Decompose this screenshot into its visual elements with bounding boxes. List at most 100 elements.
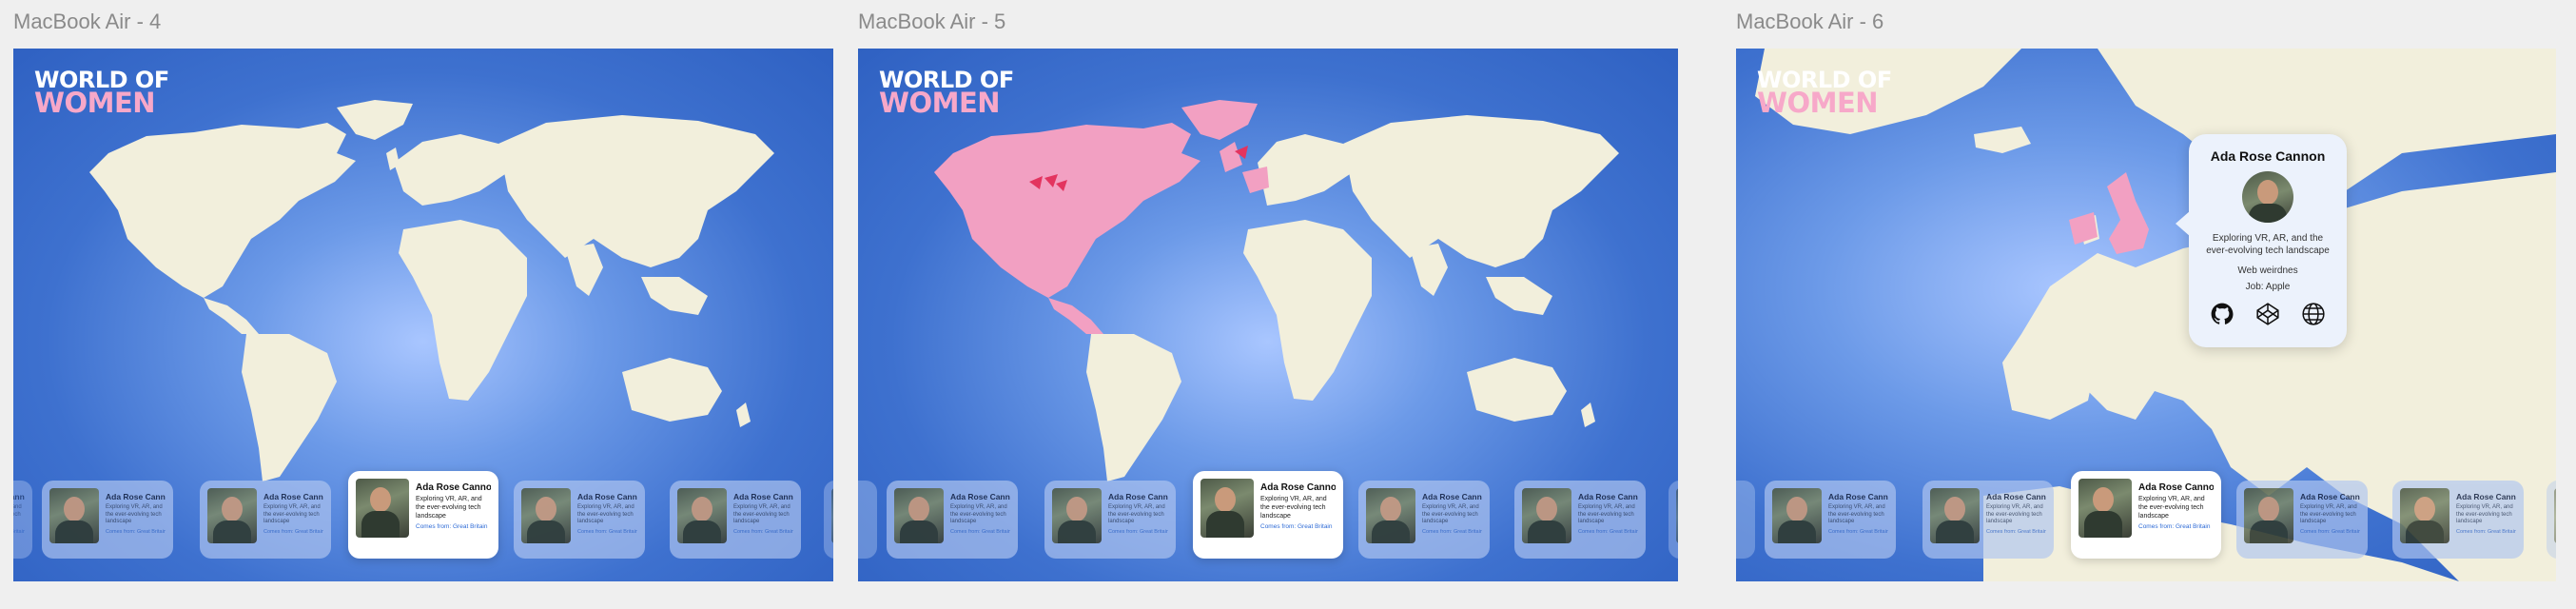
card-origin: Comes from: Great Britain (13, 528, 25, 535)
north-america-highlight (934, 123, 1200, 298)
card-origin: Comes from: Great Britain (1986, 528, 2046, 535)
logo-line-2: WOMEN (1757, 87, 1879, 120)
profile-photo (1052, 488, 1102, 543)
social-links (2189, 302, 2347, 326)
codepen-icon[interactable] (2255, 302, 2280, 326)
profile-card[interactable]: Ada Rose Cannon Exploring VR, AR, and the… (887, 481, 1018, 559)
greenland-highlight (1181, 100, 1258, 140)
card-name: Ada Rose Cannon (950, 492, 1010, 501)
globe-icon[interactable] (2301, 302, 2326, 326)
australia (1467, 358, 1567, 422)
card-origin: Comes from: Great Britain (577, 528, 637, 535)
frame-europe-zoom: WORLD OF WOMEN Ada Rose Cannon Exploring… (1736, 49, 2556, 581)
profile-photo (1200, 479, 1254, 538)
profile-card[interactable]: Ada Rose Cannon Exploring VR, AR, and the… (1514, 481, 1646, 559)
card-description: Exploring VR, AR, and the ever-evolving … (2138, 496, 2205, 520)
profile-photo (1522, 488, 1571, 543)
app-logo: WORLD OF WOMEN (34, 69, 169, 116)
card-name: Ada Rose Cannon (2456, 492, 2516, 501)
profile-card[interactable]: Ada Rose Cannon Exploring VR, AR, and the… (13, 481, 32, 559)
frame-label: MacBook Air - 6 (1736, 10, 1884, 33)
profile-photo (207, 488, 257, 543)
profile-card[interactable]: Ada Rose Cannon Exploring VR, AR, and the… (200, 481, 331, 559)
profile-photo (2400, 488, 2449, 543)
card-name: Ada Rose Cannon (1828, 492, 1888, 501)
card-description: Exploring VR, AR, and the ever-evolving … (1828, 504, 1885, 524)
card-description: Exploring VR, AR, and the ever-evolving … (263, 504, 321, 524)
uk-highlight (2107, 172, 2149, 254)
profile-photo (1366, 488, 1415, 543)
card-name: Ada Rose Cannon (733, 492, 793, 501)
card-description: Exploring VR, AR, and the ever-evolving … (1108, 504, 1165, 524)
card-origin: Comes from: Great Britain (1578, 528, 1638, 535)
card-name: Ada Rose Cannon (13, 492, 25, 501)
popup-name: Ada Rose Cannon (2210, 148, 2326, 164)
card-name: Ada Rose Cannon (2300, 492, 2360, 501)
profile-card[interactable]: Ada Rose Cannon Exploring VR, AR, and the… (42, 481, 173, 559)
card-description: Exploring VR, AR, and the ever-evolving … (733, 504, 790, 524)
profile-carousel: Ada Rose Cannon Exploring VR, AR, and the… (13, 471, 833, 566)
profile-card[interactable]: Ada Rose Cannon Exploring VR, AR, and the… (514, 481, 645, 559)
card-name: Ada Rose Cannon (416, 482, 491, 493)
card-description: Exploring VR, AR, and the ever-evolving … (577, 504, 634, 524)
profile-card[interactable]: Ada Rose Cannon Exploring VR, AR, and the… (670, 481, 801, 559)
southeast-asia (641, 277, 708, 315)
profile-card[interactable] (1736, 481, 1755, 559)
card-name: Ada Rose Cannon (1986, 492, 2046, 501)
card-origin: Comes from: Great Britain (263, 528, 323, 535)
europe (394, 134, 508, 206)
profile-photo (2078, 479, 2132, 538)
profile-photo (1930, 488, 1980, 543)
card-description: Exploring VR, AR, and the ever-evolving … (1260, 496, 1327, 520)
card-origin: Comes from: Great Britain (1260, 523, 1333, 531)
card-origin: Comes from: Great Britain (106, 528, 166, 535)
profile-card[interactable]: Ada Rose Cannon Exploring VR, AR, and the… (1358, 481, 1490, 559)
card-name: Ada Rose Cannon (1108, 492, 1168, 501)
profile-card[interactable] (1669, 481, 1678, 559)
profile-card[interactable] (858, 481, 877, 559)
card-description: Exploring VR, AR, and the ever-evolving … (2300, 504, 2357, 524)
profile-card[interactable]: Ada Rose Cannon Exploring VR, AR, and the… (1765, 481, 1896, 559)
profile-card-active[interactable]: Ada Rose Cannon Exploring VR, AR, and the… (2071, 471, 2221, 559)
profile-card[interactable]: Ada Rose Cannon Exploring VR, AR, and the… (1922, 481, 2054, 559)
card-description: Exploring VR, AR, and the ever-evolving … (1422, 504, 1479, 524)
profile-card-active[interactable]: Ada Rose Cannon Exploring VR, AR, and the… (1193, 471, 1343, 559)
profile-photo (49, 488, 99, 543)
card-origin: Comes from: Great Britain (2138, 523, 2211, 531)
card-origin: Comes from: Great Britain (416, 523, 488, 531)
card-origin: Comes from: Great Britain (1422, 528, 1482, 535)
profile-card[interactable]: Ada Rose Cannon Exploring VR, AR, and the… (1044, 481, 1176, 559)
popup-tagline: Web weirdnes (2237, 265, 2298, 276)
south-america (242, 334, 337, 481)
profile-popup[interactable]: Ada Rose Cannon Exploring VR, AR, and th… (2176, 134, 2347, 347)
frame-label: MacBook Air - 4 (13, 10, 162, 33)
profile-photo (356, 479, 409, 538)
card-origin: Comes from: Great Britain (1828, 528, 1888, 535)
card-name: Ada Rose Cannon (1260, 482, 1336, 493)
logo-line-2: WOMEN (34, 87, 156, 120)
asia (498, 115, 774, 267)
card-description: Exploring VR, AR, and the ever-evolving … (13, 504, 22, 518)
profile-card[interactable]: Ada Rose Cannon Exploring VR, AR, and the… (2392, 481, 2524, 559)
profile-card[interactable]: Ada Rose Cannon Exploring VR, AR, and the… (2236, 481, 2368, 559)
profile-card[interactable] (824, 481, 833, 559)
profile-card-active[interactable]: Ada Rose Cannon Exploring VR, AR, and the… (348, 471, 498, 559)
profile-photo (1772, 488, 1822, 543)
uk-highlight (1220, 142, 1242, 172)
asia (1343, 115, 1619, 267)
profile-carousel: Ada Rose Cannon Exploring VR, AR, and the… (858, 471, 1678, 566)
india (565, 244, 603, 296)
card-description: Exploring VR, AR, and the ever-evolving … (2456, 504, 2513, 524)
app-logo: WORLD OF WOMEN (879, 69, 1014, 116)
india (1410, 244, 1448, 296)
popup-description: Exploring VR, AR, and the ever-evolving … (2206, 233, 2330, 256)
iceland (1974, 127, 2031, 153)
north-america (89, 123, 356, 298)
card-name: Ada Rose Cannon (106, 492, 166, 501)
github-icon[interactable] (2210, 302, 2234, 326)
card-origin: Comes from: Great Britain (733, 528, 793, 535)
profile-photo (1676, 488, 1678, 543)
profile-card[interactable] (2547, 481, 2556, 559)
logo-line-2: WOMEN (879, 87, 1001, 120)
card-origin: Comes from: Great Britain (2456, 528, 2516, 535)
